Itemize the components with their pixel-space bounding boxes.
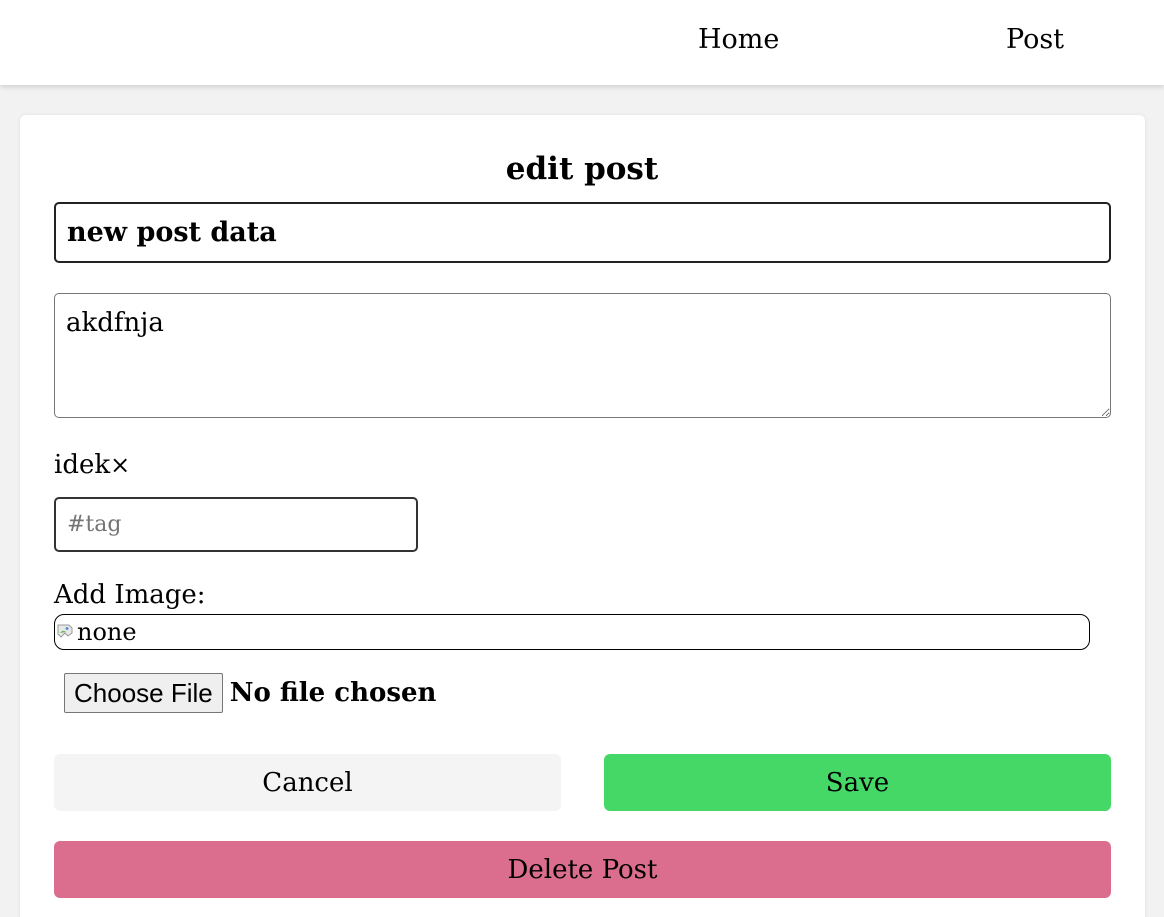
tag-chip: idek × — [54, 450, 130, 480]
save-button[interactable]: Save — [604, 754, 1111, 811]
tag-input[interactable] — [54, 497, 418, 552]
page-title: edit post — [505, 151, 659, 187]
image-preview: none — [54, 614, 1090, 650]
file-status-text: No file chosen — [229, 678, 437, 708]
delete-post-button[interactable]: Delete Post — [54, 841, 1111, 898]
top-navbar: Home Post — [0, 0, 1164, 85]
image-alt-text: none — [77, 618, 137, 646]
nav-link-post[interactable]: Post — [1006, 24, 1064, 55]
add-image-label: Add Image: — [54, 580, 206, 610]
nav-link-home[interactable]: Home — [698, 24, 779, 55]
post-title-input[interactable] — [54, 202, 1111, 263]
file-picker: Choose File No file chosen — [64, 673, 436, 713]
broken-image-icon — [57, 617, 75, 638]
tag-remove-icon[interactable]: × — [110, 451, 130, 479]
post-body-textarea[interactable]: akdfnja — [54, 293, 1111, 418]
choose-file-button[interactable]: Choose File — [64, 673, 223, 713]
cancel-button[interactable]: Cancel — [54, 754, 561, 811]
tag-label: idek — [54, 450, 111, 480]
